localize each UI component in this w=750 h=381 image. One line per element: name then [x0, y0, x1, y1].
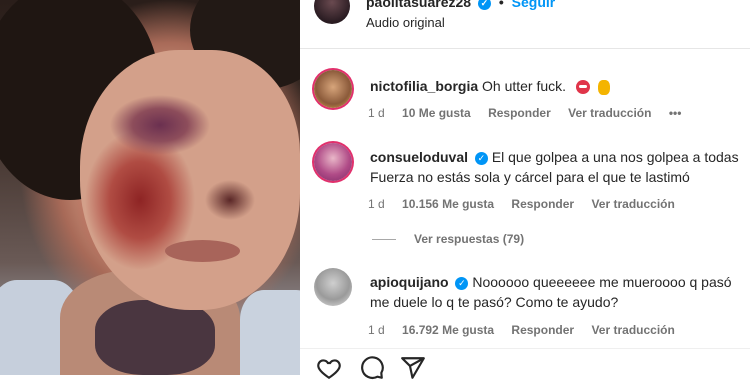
commenter-username[interactable]: apioquijano — [370, 274, 449, 290]
separator-dot: • — [498, 0, 504, 10]
comment-time: 1 d — [368, 323, 385, 337]
comment-likes[interactable]: 10.156 Me gusta — [402, 197, 494, 211]
view-replies-label: Ver respuestas (79) — [414, 232, 525, 246]
post-photo[interactable] — [0, 0, 300, 375]
more-options-icon[interactable]: ••• — [669, 106, 682, 120]
photo-tattoo — [95, 300, 215, 375]
verified-badge-icon: ✓ — [474, 151, 488, 165]
comment-likes[interactable]: 16.792 Me gusta — [402, 323, 494, 337]
translate-button[interactable]: Ver traducción — [591, 197, 674, 211]
comment-meta: 1 d 16.792 Me gusta Responder Ver traduc… — [368, 323, 689, 337]
commenter-avatar[interactable] — [314, 70, 352, 108]
audio-label[interactable]: Audio original — [366, 15, 445, 30]
comments-panel: paolitasuarez28 ✓ • Seguir Audio origina… — [300, 0, 750, 380]
reply-button[interactable]: Responder — [511, 197, 574, 211]
header-divider — [300, 48, 750, 49]
red-face-emoji-icon — [575, 80, 590, 95]
action-bar — [300, 348, 750, 380]
send-icon[interactable] — [400, 355, 426, 381]
commenter-username[interactable]: consueloduval — [370, 149, 468, 165]
comment-text: Oh utter fuck. — [482, 78, 567, 94]
comment-body: nictofilia_borgia Oh utter fuck. — [370, 76, 750, 96]
follow-button[interactable]: Seguir — [512, 0, 556, 10]
comment-time: 1 d — [368, 197, 385, 211]
photo-gown-2 — [240, 290, 300, 375]
comment-text-line-1: Noooooo queeeeee me mueroooo q pasó — [472, 274, 732, 290]
comment-text-line-2: me duele lo q te pasó? Como te ayudo? — [370, 294, 619, 310]
author-avatar[interactable] — [314, 0, 350, 24]
heart-icon[interactable] — [316, 355, 342, 381]
photo-face — [80, 50, 300, 310]
raised-finger-emoji-icon — [597, 79, 610, 95]
comment-time: 1 d — [368, 106, 385, 120]
commenter-avatar[interactable] — [314, 143, 352, 181]
comment-body: consueloduval ✓ El que golpea a una nos … — [370, 147, 750, 187]
photo-lips — [165, 240, 240, 262]
view-replies-button[interactable]: Ver respuestas (79) — [372, 232, 524, 246]
translate-button[interactable]: Ver traducción — [591, 323, 674, 337]
comment-likes[interactable]: 10 Me gusta — [402, 106, 471, 120]
comment-text-line-2: Fuerza no estás sola y cárcel para el qu… — [370, 169, 690, 185]
commenter-username[interactable]: nictofilia_borgia — [370, 78, 478, 94]
comment-meta: 1 d 10 Me gusta Responder Ver traducción… — [368, 106, 695, 120]
comment-body: apioquijano ✓ Noooooo queeeeee me mueroo… — [370, 272, 750, 312]
post-header: paolitasuarez28 ✓ • Seguir — [366, 0, 555, 10]
author-username[interactable]: paolitasuarez28 — [366, 0, 471, 10]
comment-meta: 1 d 10.156 Me gusta Responder Ver traduc… — [368, 197, 689, 211]
verified-badge-icon: ✓ — [477, 0, 491, 10]
reply-button[interactable]: Responder — [488, 106, 551, 120]
verified-badge-icon: ✓ — [455, 276, 469, 290]
reply-button[interactable]: Responder — [511, 323, 574, 337]
translate-button[interactable]: Ver traducción — [568, 106, 651, 120]
comment-icon[interactable] — [359, 355, 385, 381]
replies-line — [372, 239, 396, 241]
comment-text-line-1: El que golpea a una nos golpea a todas — [491, 149, 739, 165]
commenter-avatar[interactable] — [314, 268, 352, 306]
